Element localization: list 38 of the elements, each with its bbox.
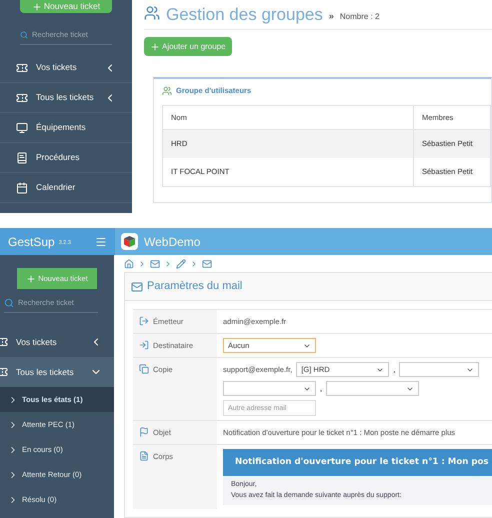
sidebar-item[interactable]: Procédures (0, 143, 132, 174)
separator-text: » (328, 10, 334, 22)
logo-icon (121, 233, 138, 250)
panel-title: Paramètres du mail (147, 279, 242, 294)
plus-icon (32, 2, 42, 12)
select-field[interactable] (399, 362, 480, 377)
header-title: WebDemo (144, 234, 200, 250)
field-icon (139, 316, 149, 326)
search-icon (20, 30, 28, 40)
sidebar-item[interactable]: Tous les tickets (0, 83, 132, 114)
field-icon (139, 364, 149, 374)
home-icon[interactable] (124, 258, 134, 268)
count-text: Nombre : 2 (340, 11, 380, 23)
field-icon (139, 340, 149, 350)
chevron-right-icon (190, 260, 198, 268)
page-title: Gestion des groupes (166, 6, 323, 23)
app-name: GestSup (8, 234, 55, 250)
chevron-right-icon (164, 260, 172, 268)
plus-icon (26, 274, 36, 284)
mail-icon[interactable] (202, 258, 212, 268)
search-icon (4, 298, 14, 308)
field-icon (139, 451, 149, 461)
pencil-icon[interactable] (176, 258, 186, 268)
field-icon (139, 427, 149, 437)
select-field[interactable] (326, 381, 420, 396)
sidebar-item[interactable]: Vos tickets (0, 327, 114, 358)
sidebar-item[interactable]: Vos tickets (0, 53, 132, 84)
sidebar-item[interactable]: Équipements (0, 113, 132, 144)
mail-icon[interactable] (150, 258, 160, 268)
sidebar-item[interactable]: Tous les tickets (0, 357, 114, 388)
chevron-right-icon (138, 260, 146, 268)
plus-icon (150, 42, 160, 52)
mail-icon (131, 280, 143, 292)
users-icon (144, 5, 160, 21)
body-heading: Notification d'ouverture pour le ticket n°1 : Mon pos (223, 449, 492, 476)
users-icon (162, 86, 172, 96)
sidebar-item[interactable]: Calendrier (0, 173, 132, 204)
select-field[interactable] (223, 381, 316, 396)
